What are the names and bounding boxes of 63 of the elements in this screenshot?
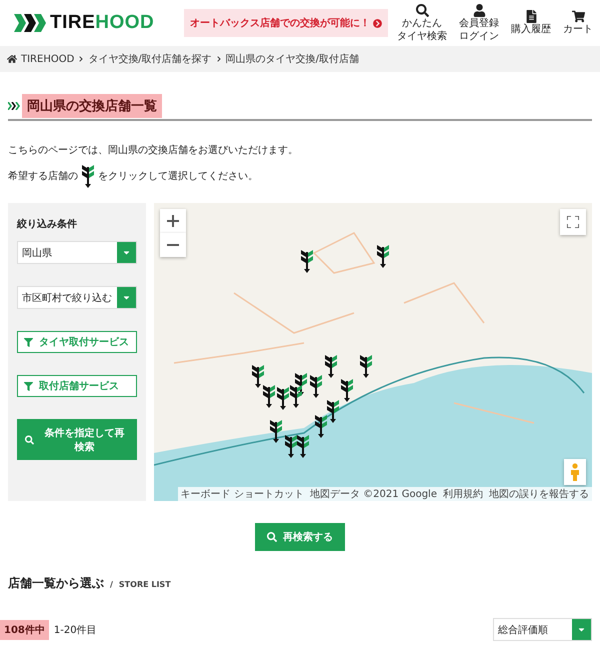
filter-icon <box>24 382 33 390</box>
store-marker-icon[interactable] <box>309 373 323 399</box>
minus-icon <box>167 244 179 246</box>
promo-banner[interactable]: オートバックス店舗での交換が可能に！ <box>184 9 388 37</box>
store-marker-icon[interactable] <box>340 377 354 403</box>
sort-select[interactable]: 総合評価順 <box>493 618 592 641</box>
map-attribution-text: キーボード ショートカット <box>180 488 304 501</box>
map-attribution-text[interactable]: 地図の誤りを報告する <box>489 487 589 501</box>
section-subtitle: STORE LIST <box>118 580 171 589</box>
store-marker-icon[interactable] <box>251 363 265 389</box>
search-icon <box>267 532 277 542</box>
total-count: 108件中 <box>0 620 49 640</box>
intro-text: こちらのページでは、岡山県の交換店舗をお選びいただけます。 <box>8 144 298 157</box>
search-icon <box>25 434 34 444</box>
store-marker-icon[interactable] <box>269 418 283 444</box>
search-icon <box>416 4 428 17</box>
store-marker-icon[interactable] <box>359 353 373 379</box>
home-icon <box>7 54 17 64</box>
store-marker-icon <box>81 163 95 189</box>
separator-text: / <box>110 580 113 589</box>
dropdown-select[interactable]: 市区町村で絞り込む <box>17 286 137 309</box>
header-nav-button[interactable]: 購入履歴 <box>508 10 554 36</box>
breadcrumb-link[interactable]: タイヤ交換/取付店舗を探す <box>88 52 212 66</box>
breadcrumb-link[interactable]: TIREHOOD <box>21 54 74 64</box>
header-nav-button[interactable]: かんたん タイヤ検索 <box>394 4 450 42</box>
page-title: 岡山県の交換店舗一覧 <box>22 94 162 118</box>
filter-title: 絞り込み条件 <box>17 217 78 231</box>
fullscreen-button[interactable] <box>560 209 586 235</box>
plus-icon <box>167 215 179 227</box>
breadcrumb-link[interactable]: 岡山県のタイヤ交換/取付店舗 <box>226 52 360 66</box>
store-marker-icon[interactable] <box>276 385 290 411</box>
store-marker-icon[interactable] <box>262 383 276 409</box>
instruction-text: をクリックして選択してください。 <box>98 170 258 183</box>
zoom-in-button[interactable] <box>160 209 186 233</box>
range-text: 1-20件目 <box>54 624 97 636</box>
section-title: 店舗一覧から選ぶ <box>8 575 104 592</box>
store-marker-icon[interactable] <box>314 413 328 439</box>
header-nav-button[interactable]: カート <box>560 10 596 36</box>
chevron-icon <box>78 56 84 62</box>
user-icon <box>472 4 486 17</box>
logo-text[interactable]: TIREHOOD <box>50 12 154 34</box>
store-marker-icon[interactable] <box>289 383 303 409</box>
store-marker-icon[interactable] <box>326 398 340 424</box>
store-marker-icon[interactable] <box>284 433 298 459</box>
chevron-icon <box>216 56 222 62</box>
instruction-text: 希望する店舗の <box>8 170 78 183</box>
map-attribution-text: 地図データ ©2021 Google <box>310 488 437 501</box>
person-icon <box>570 463 580 481</box>
fullscreen-icon <box>567 216 579 228</box>
map-attribution-text[interactable]: 利用規約 <box>443 487 483 501</box>
map-view[interactable]: キーボード ショートカット 地図データ ©2021 Google 利用規約 地図の誤りを報告する <box>154 203 592 501</box>
zoom-out-button[interactable] <box>160 233 186 257</box>
triple-chevron-icon <box>8 102 20 110</box>
header-nav-button[interactable]: 会員登録 ログイン <box>456 4 502 42</box>
store-marker-icon[interactable] <box>300 248 314 274</box>
dropdown-select[interactable]: 岡山県 <box>17 241 137 264</box>
filter-icon <box>24 338 33 346</box>
document-icon <box>524 10 538 24</box>
store-marker-icon[interactable] <box>324 353 338 379</box>
logo-chevrons-icon <box>14 14 46 32</box>
cart-icon <box>572 10 584 24</box>
store-marker-icon[interactable] <box>376 243 390 269</box>
store-marker-icon[interactable] <box>296 433 310 459</box>
